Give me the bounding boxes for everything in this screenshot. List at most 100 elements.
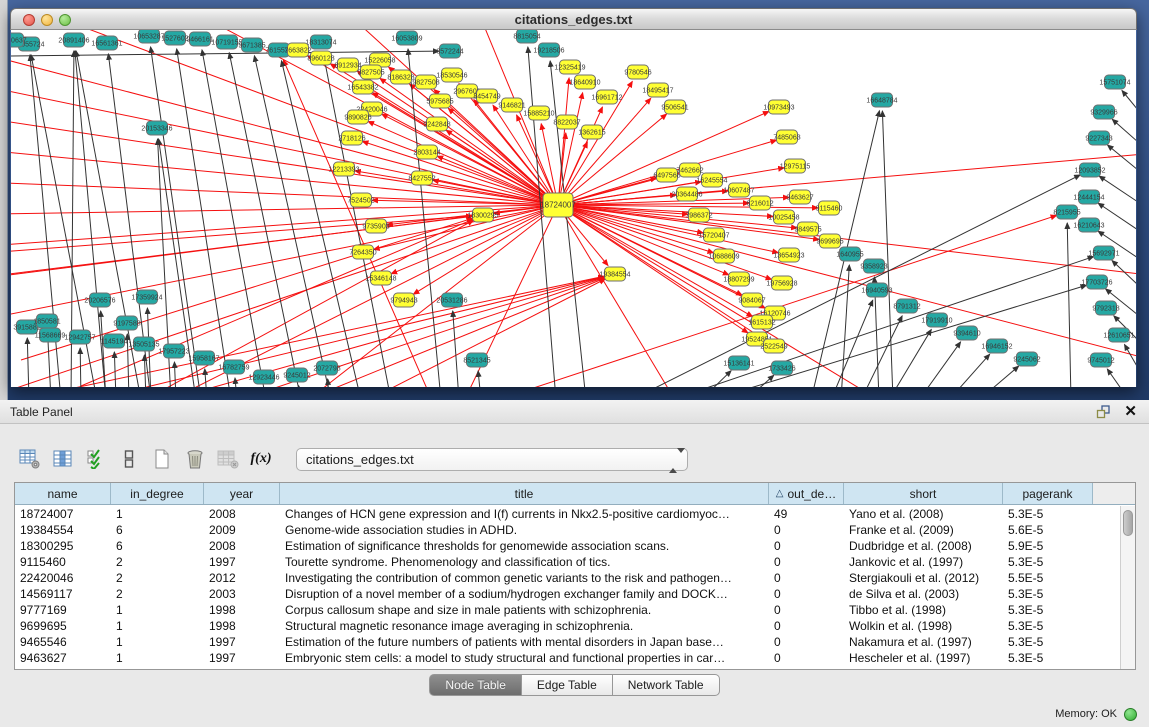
table-cell[interactable]: Estimation of the future numbers of pati… bbox=[280, 634, 769, 650]
table-cell[interactable]: 9115460 bbox=[15, 554, 111, 570]
network-node[interactable]: 12325419 bbox=[554, 60, 585, 74]
network-node[interactable]: 16561361 bbox=[91, 36, 122, 50]
network-node[interactable]: 9245062 bbox=[1013, 352, 1040, 366]
table-cell[interactable]: 22420046 bbox=[15, 570, 111, 586]
table-cell[interactable]: 2012 bbox=[204, 570, 280, 586]
network-node[interactable]: 9115460 bbox=[816, 201, 843, 215]
create-table-button[interactable] bbox=[150, 446, 174, 472]
table-cell[interactable]: 9777169 bbox=[15, 602, 111, 618]
table-cell[interactable]: 49 bbox=[769, 506, 844, 522]
table-cell[interactable]: Yano et al. (2008) bbox=[844, 506, 1003, 522]
table-cell[interactable]: 2008 bbox=[204, 506, 280, 522]
table-cell[interactable]: Stergiakouli et al. (2012) bbox=[844, 570, 1003, 586]
network-node[interactable]: 17957223 bbox=[158, 344, 189, 358]
table-cell[interactable]: 0 bbox=[769, 538, 844, 554]
network-node[interactable]: 9699695 bbox=[816, 234, 843, 248]
network-node[interactable]: 8572244 bbox=[436, 44, 463, 58]
network-node[interactable]: 8791312 bbox=[893, 299, 920, 313]
network-node[interactable]: 9242848 bbox=[423, 117, 450, 131]
network-node[interactable]: 9329966 bbox=[1090, 105, 1117, 119]
table-cell[interactable]: 1998 bbox=[204, 618, 280, 634]
row-height-button[interactable] bbox=[117, 446, 141, 472]
table-cell[interactable]: 2 bbox=[111, 586, 204, 602]
table-row[interactable]: 1456911722003Disruption of a novel membe… bbox=[15, 586, 1120, 602]
network-node[interactable]: 20891406 bbox=[58, 33, 89, 47]
table-cell[interactable]: 19384554 bbox=[15, 522, 111, 538]
table-cell[interactable]: 2003 bbox=[204, 586, 280, 602]
table-cell[interactable]: 0 bbox=[769, 586, 844, 602]
table-cell[interactable]: 1998 bbox=[204, 602, 280, 618]
table-cell[interactable]: Genome-wide association studies in ADHD. bbox=[280, 522, 769, 538]
network-node[interactable]: 15136141 bbox=[723, 356, 754, 370]
network-node[interactable]: 13654923 bbox=[773, 248, 804, 262]
network-node[interactable]: 1733426 bbox=[768, 361, 795, 375]
table-cell[interactable]: 0 bbox=[769, 634, 844, 650]
network-node[interactable]: 9794943 bbox=[390, 293, 417, 307]
network-node[interactable]: 5975685 bbox=[426, 94, 453, 108]
table-row[interactable]: 911546021997Tourette syndrome. Phenomeno… bbox=[15, 554, 1120, 570]
column-header-pagerank[interactable]: pagerank bbox=[1003, 483, 1093, 504]
table-cell[interactable]: Franke et al. (2009) bbox=[844, 522, 1003, 538]
network-node[interactable]: 19756928 bbox=[766, 276, 797, 290]
column-header-title[interactable]: title bbox=[280, 483, 769, 504]
network-node[interactable]: 8960128 bbox=[307, 51, 334, 65]
network-node[interactable]: 9735903 bbox=[362, 219, 389, 233]
table-cell[interactable]: Nakamura et al. (1997) bbox=[844, 634, 1003, 650]
table-cell[interactable]: 18300295 bbox=[15, 538, 111, 554]
network-node[interactable]: 20531286 bbox=[436, 293, 467, 307]
network-node[interactable]: 16210643 bbox=[1073, 218, 1104, 232]
function-builder-button[interactable]: f(x) bbox=[249, 446, 273, 472]
network-node[interactable]: 16245554 bbox=[696, 173, 727, 187]
float-panel-icon[interactable] bbox=[1096, 405, 1111, 419]
table-cell[interactable]: 0 bbox=[769, 650, 844, 666]
table-cell[interactable]: Wolkin et al. (1998) bbox=[844, 618, 1003, 634]
table-row[interactable]: 1872400712008Changes of HCN gene express… bbox=[15, 506, 1120, 522]
network-node[interactable]: 1527602 bbox=[161, 31, 188, 45]
table-cell[interactable]: 18724007 bbox=[15, 506, 111, 522]
network-node[interactable]: 12942757 bbox=[64, 330, 95, 344]
network-node[interactable]: 17919910 bbox=[921, 313, 952, 327]
network-node[interactable]: 12975115 bbox=[780, 159, 811, 173]
table-row[interactable]: 1830029562008Estimation of significance … bbox=[15, 538, 1120, 554]
table-cell[interactable]: Estimation of significance thresholds fo… bbox=[280, 538, 769, 554]
network-node[interactable]: 9394610 bbox=[953, 326, 980, 340]
network-node[interactable]: 9745012 bbox=[1087, 353, 1114, 367]
network-node[interactable]: 18640910 bbox=[569, 75, 600, 89]
network-node[interactable]: 1850581 bbox=[33, 314, 60, 328]
table-row[interactable]: 2242004622012Investigating the contribut… bbox=[15, 570, 1120, 586]
column-header-short[interactable]: short bbox=[844, 483, 1003, 504]
table-row[interactable]: 1938455462009Genome-wide association stu… bbox=[15, 522, 1120, 538]
table-cell[interactable]: Disruption of a novel member of a sodium… bbox=[280, 586, 769, 602]
network-node[interactable]: 20206576 bbox=[84, 293, 115, 307]
table-cell[interactable]: de Silva et al. (2003) bbox=[844, 586, 1003, 602]
network-node[interactable]: 9146821 bbox=[498, 98, 525, 112]
table-cell[interactable]: 5.3E-5 bbox=[1003, 602, 1093, 618]
table-cell[interactable]: 5.3E-5 bbox=[1003, 650, 1093, 666]
tab-edge-table[interactable]: Edge Table bbox=[522, 674, 613, 696]
row-select-button[interactable] bbox=[84, 446, 108, 472]
table-cell[interactable]: 1997 bbox=[204, 554, 280, 570]
column-header-out_degree[interactable]: △out_de… bbox=[769, 483, 844, 504]
network-node[interactable]: 19218506 bbox=[533, 43, 564, 57]
table-row[interactable]: 946554611997Estimation of the future num… bbox=[15, 634, 1120, 650]
table-cell[interactable]: 2009 bbox=[204, 522, 280, 538]
table-cell[interactable]: Corpus callosum shape and size in male p… bbox=[280, 602, 769, 618]
table-cell[interactable]: Jankovic et al. (1997) bbox=[844, 554, 1003, 570]
network-node[interactable]: 6216012 bbox=[746, 196, 773, 210]
network-node[interactable]: 9792318 bbox=[1092, 301, 1119, 315]
table-cell[interactable]: 5.5E-5 bbox=[1003, 570, 1093, 586]
table-cell[interactable]: Tourette syndrome. Phenomenology and cla… bbox=[280, 554, 769, 570]
network-node[interactable]: 8815054 bbox=[513, 30, 540, 43]
network-node[interactable]: 12923446 bbox=[248, 370, 279, 384]
network-node[interactable]: 9827505 bbox=[357, 65, 384, 79]
network-node[interactable]: 9197588 bbox=[113, 316, 140, 330]
network-node[interactable]: 7264350 bbox=[349, 245, 376, 259]
network-node[interactable]: 10653287 bbox=[133, 30, 164, 43]
table-cell[interactable]: 5.3E-5 bbox=[1003, 634, 1093, 650]
table-cell[interactable]: Structural magnetic resonance image aver… bbox=[280, 618, 769, 634]
network-node[interactable]: 16946152 bbox=[981, 339, 1012, 353]
column-header-in_degree[interactable]: in_degree bbox=[111, 483, 204, 504]
table-cell[interactable]: Hescheler et al. (1997) bbox=[844, 650, 1003, 666]
table-cell[interactable]: 2 bbox=[111, 570, 204, 586]
table-cell[interactable]: Investigating the contribution of common… bbox=[280, 570, 769, 586]
